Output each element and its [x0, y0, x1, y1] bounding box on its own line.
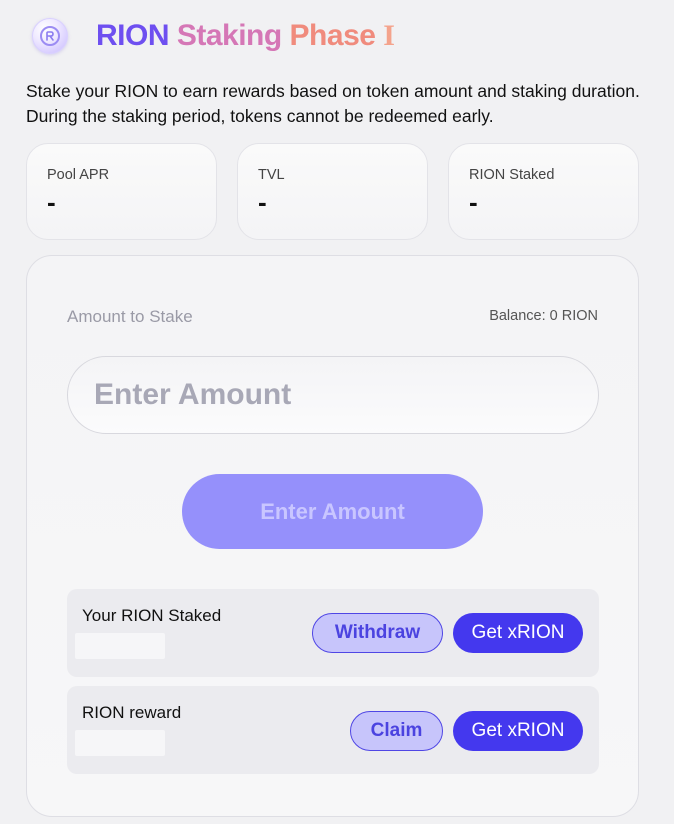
title-phase: Phase [289, 19, 376, 52]
stat-label: Pool APR [47, 167, 110, 183]
stat-value: - [258, 187, 267, 217]
withdraw-button[interactable]: Withdraw [312, 613, 443, 653]
reward-value-placeholder [75, 730, 165, 756]
stat-card-tvl: TVL - [237, 143, 428, 240]
stat-label: TVL [258, 167, 285, 183]
stat-card-pool-apr: Pool APR - [26, 143, 217, 240]
rion-logo-glyph [40, 26, 60, 46]
title-rion: RION [96, 19, 170, 52]
staked-value-placeholder [75, 633, 165, 659]
rion-logo-icon [32, 18, 68, 54]
stat-value: - [469, 187, 478, 217]
title-numeral: I [383, 19, 395, 52]
stake-panel: Amount to Stake Balance: 0 RION Enter Am… [26, 255, 639, 817]
staked-label: Your RION Staked [82, 606, 222, 625]
title-staking: Staking [176, 19, 282, 52]
rion-logo-mark-icon [46, 31, 54, 41]
staked-row: Your RION Staked Withdraw Get xRION [67, 589, 599, 677]
amount-to-stake-label: Amount to Stake [67, 307, 193, 326]
get-xrion-reward-button[interactable]: Get xRION [453, 711, 583, 751]
stat-label: RION Staked [469, 167, 555, 183]
header: RION Staking Phase I [32, 18, 395, 54]
stat-value: - [47, 187, 56, 217]
stake-submit-button[interactable]: Enter Amount [182, 474, 483, 549]
page-description: Stake your RION to earn rewards based on… [26, 81, 640, 126]
reward-label: RION reward [82, 703, 182, 722]
amount-input[interactable] [67, 356, 599, 434]
get-xrion-button[interactable]: Get xRION [453, 613, 583, 653]
staking-page: RION Staking Phase I Stake your RION to … [0, 0, 674, 824]
page-title: RION Staking Phase I [96, 19, 395, 53]
claim-button[interactable]: Claim [350, 711, 443, 751]
reward-row: RION reward Claim Get xRION [67, 686, 599, 774]
stats-row: Pool APR - TVL - RION Staked - [26, 143, 639, 240]
stat-card-rion-staked: RION Staked - [448, 143, 639, 240]
balance-label: Balance: 0 RION [489, 308, 598, 324]
